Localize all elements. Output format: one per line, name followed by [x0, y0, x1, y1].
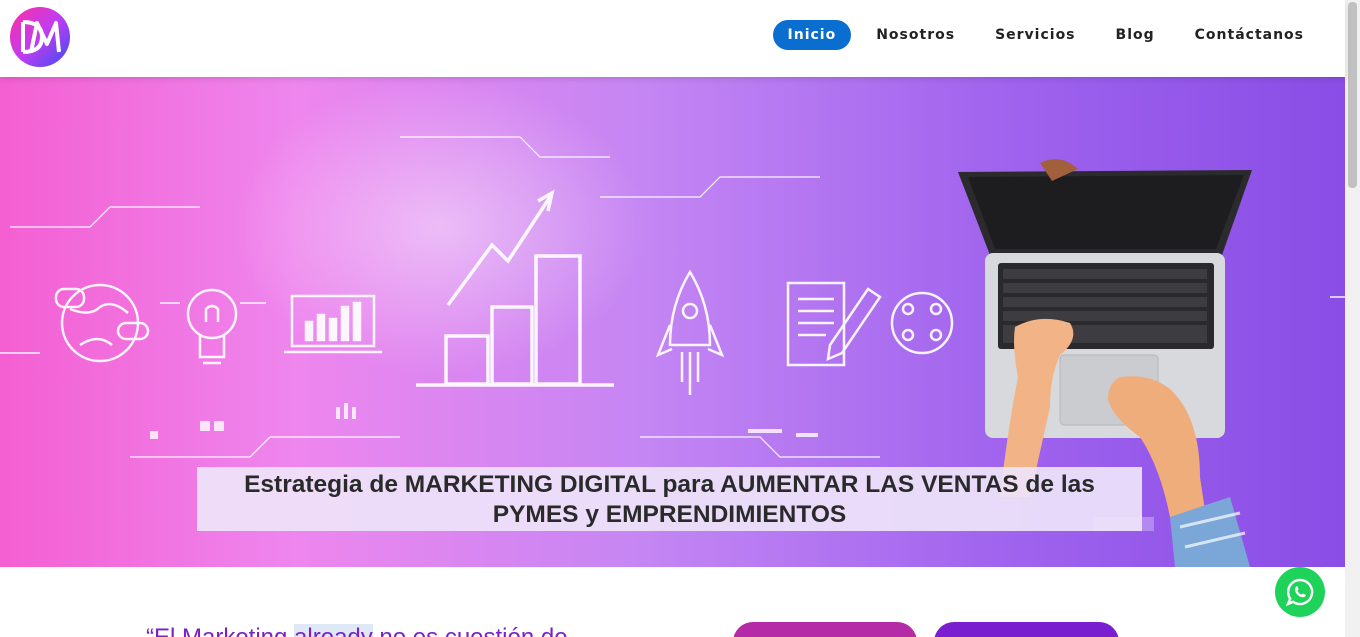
quote-end: no es cuestión de [373, 624, 567, 637]
quote-highlight: already [294, 624, 373, 637]
growth-chart-icon [416, 189, 614, 387]
hero-caption-line-1: Estrategia de MARKETING DIGITAL para AUM… [244, 471, 1095, 498]
quote-start: “El Marketing [146, 624, 294, 637]
main-nav: Inicio Nosotros Servicios Blog Contáctan… [772, 19, 1345, 51]
nav-item-servicios[interactable]: Servicios [980, 20, 1090, 50]
document-icon [786, 281, 882, 367]
hero-banner: Estrategia de MARKETING DIGITAL para AUM… [0, 77, 1345, 567]
nav-item-nosotros[interactable]: Nosotros [861, 20, 970, 50]
scrollbar-thumb[interactable] [1348, 2, 1357, 188]
globe-icon [54, 283, 150, 363]
logo-icon[interactable] [9, 6, 71, 68]
hero-caption-line-2: PYMES y EMPRENDIMIENTOS [492, 501, 847, 528]
hero-caption: Estrategia de MARKETING DIGITAL para AUM… [197, 467, 1142, 531]
team-icon [890, 291, 954, 355]
whatsapp-button[interactable] [1275, 567, 1325, 617]
intro-quote: “El Marketing already no es cuestión de [146, 624, 568, 637]
whatsapp-icon [1285, 578, 1314, 607]
rocket-icon [655, 269, 725, 395]
primary-cta-button[interactable] [733, 622, 917, 637]
secondary-cta-button[interactable] [934, 622, 1119, 637]
nav-item-inicio[interactable]: Inicio [772, 20, 852, 50]
nav-item-blog[interactable]: Blog [1101, 20, 1170, 50]
site-header: Inicio Nosotros Servicios Blog Contáctan… [0, 0, 1345, 77]
nav-item-contactanos[interactable]: Contáctanos [1180, 20, 1319, 50]
lightbulb-icon [186, 288, 238, 365]
analytics-laptop-icon [284, 294, 382, 354]
page-scrollbar[interactable] [1345, 0, 1360, 637]
